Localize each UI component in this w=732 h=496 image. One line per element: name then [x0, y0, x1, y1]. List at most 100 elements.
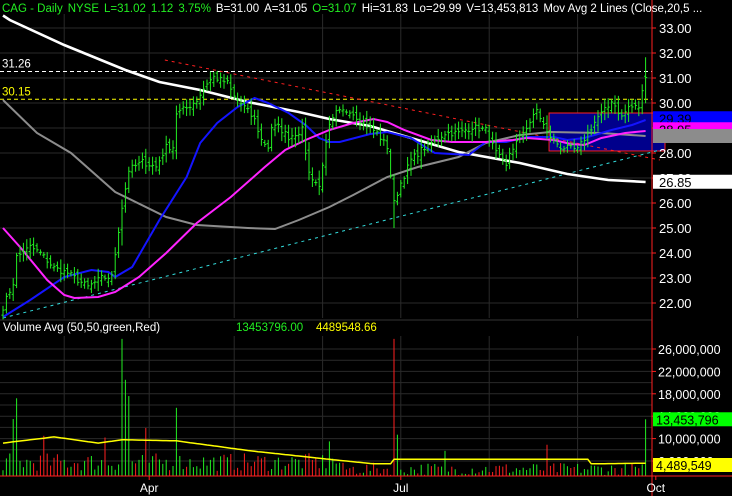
axes: 33.0032.0031.0030.0029.0028.0027.0026.00…: [0, 0, 732, 496]
ohlc-bar: [168, 138, 172, 154]
ohlc-bar: [276, 116, 280, 133]
price-level-label: 31.26: [2, 59, 31, 71]
ohlc-bar: [120, 199, 124, 246]
horizontal-lines: 31.26 30.15: [0, 59, 652, 100]
ohlc-bar: [334, 105, 338, 127]
ohlc-bar: [151, 156, 155, 175]
ohlc-bar: [470, 121, 474, 142]
ohlc-bar: [392, 174, 396, 228]
ohlc-bar: [161, 148, 165, 165]
ohlc-bar: [86, 277, 90, 290]
price-volume-chart[interactable]: 31.26 30.15 33.0032.0031.0030.0029.0028.0…: [0, 0, 732, 496]
exchange-label: NYSE: [67, 3, 100, 15]
ohlc-bar: [484, 123, 488, 134]
ohlc-bar: [501, 148, 505, 165]
axis-tags: 29.3928.9526.8513,453,7964,489,549: [653, 111, 732, 473]
ohlc-bar: [212, 71, 216, 88]
ohlc-bar: [610, 99, 614, 114]
price-tick-label: 22.00: [659, 296, 692, 311]
ohlc-bar: [225, 75, 229, 85]
grid: [0, 14, 652, 476]
change-percent: 3.75%: [178, 3, 211, 15]
ohlc-bar: [134, 159, 138, 172]
ohlc-bar: [273, 118, 277, 137]
ohlc-bar: [208, 71, 212, 91]
ohlc-bar: [378, 123, 382, 146]
ohlc-bar: [409, 151, 413, 176]
ohlc-bar: [290, 128, 294, 147]
ohlc-bar: [416, 143, 420, 164]
volume-tick-label: 22,000,000: [658, 365, 721, 379]
price-tick-label: 30.00: [659, 96, 692, 111]
ohlc-bar: [15, 252, 19, 289]
volume-value: V=13,453,813: [466, 3, 539, 15]
ohlc-bar: [463, 122, 467, 139]
ohlc-bar: [178, 103, 182, 119]
ohlc-bar: [49, 255, 53, 269]
volume-bars: [2, 338, 647, 476]
ohlc-bar: [45, 252, 49, 269]
ohlc-bar: [317, 170, 321, 196]
price-tag: [653, 129, 732, 143]
ohlc-bar: [52, 263, 56, 272]
ohlc-bar: [307, 142, 311, 181]
ohlc-bar: [157, 156, 161, 175]
ohlc-bar: [38, 249, 42, 256]
ohlc-bar: [365, 110, 369, 135]
ohlc-bar: [508, 147, 512, 170]
ohlc-bar: [205, 79, 209, 92]
price-tick-label: 28.00: [659, 146, 692, 161]
ohlc-bar: [460, 121, 464, 138]
ohlc-bar: [351, 106, 355, 121]
ohlc-bar: [130, 159, 134, 178]
ohlc-bar: [11, 278, 15, 302]
price-tick-label: 26.00: [659, 196, 692, 211]
ohlc-bar: [127, 166, 131, 194]
ohlc-bar: [280, 118, 284, 142]
price-tag-label: 26.85: [659, 175, 692, 190]
ohlc-bar: [266, 139, 270, 152]
date-label: Apr: [140, 481, 159, 495]
price-bars: [1, 57, 648, 320]
ohlc-bar: [219, 72, 223, 88]
ohlc-bar: [154, 157, 158, 172]
ohlc-bar: [140, 152, 144, 169]
volume-tick-label: 18,000,000: [658, 388, 721, 402]
ohlc-bar: [185, 99, 189, 117]
ohlc-bar: [76, 268, 80, 286]
ohlc-bar: [83, 278, 87, 289]
ohlc-bar: [297, 126, 301, 144]
ohlc-bar: [89, 279, 93, 294]
price-tick-label: 24.00: [659, 246, 692, 261]
price-tick-label: 33.00: [659, 21, 692, 36]
ohlc-bar: [174, 105, 178, 160]
price-tick-label: 32.00: [659, 46, 692, 61]
ohlc-bar: [511, 143, 515, 160]
ohlc-bar: [79, 273, 83, 288]
ohlc-bar: [633, 99, 637, 110]
ohlc-bar: [137, 155, 141, 171]
ohlc-bar: [259, 123, 263, 146]
ohlc-bar: [446, 123, 450, 141]
open-price: O=31.07: [312, 3, 357, 15]
ohlc-bar: [494, 132, 498, 159]
volume-tick-label: 10,000,000: [658, 433, 721, 447]
ohlc-bar: [457, 121, 461, 140]
ohlc-bar: [106, 273, 110, 288]
ohlc-bar: [147, 157, 151, 172]
ohlc-bar: [341, 104, 345, 117]
ohlc-bar: [514, 133, 518, 159]
stock-chart-window: CAG - Daily NYSE L=31.02 1.12 3.75% B=31.00 A=…: [0, 0, 732, 496]
price-level-label: 30.15: [2, 86, 31, 98]
price-tick-label: 25.00: [659, 221, 692, 236]
ohlc-bar: [453, 123, 457, 141]
ohlc-bar: [467, 123, 471, 140]
ohlc-bar: [310, 167, 314, 187]
date-label: Oct: [646, 481, 665, 495]
volume-value-green: 13453796.00: [236, 322, 303, 334]
ohlc-bar: [528, 118, 532, 133]
ohlc-bar: [504, 154, 508, 172]
low-price: Lo=29.99: [413, 3, 462, 15]
ohlc-bar: [640, 84, 644, 115]
ohlc-bar: [538, 108, 542, 123]
